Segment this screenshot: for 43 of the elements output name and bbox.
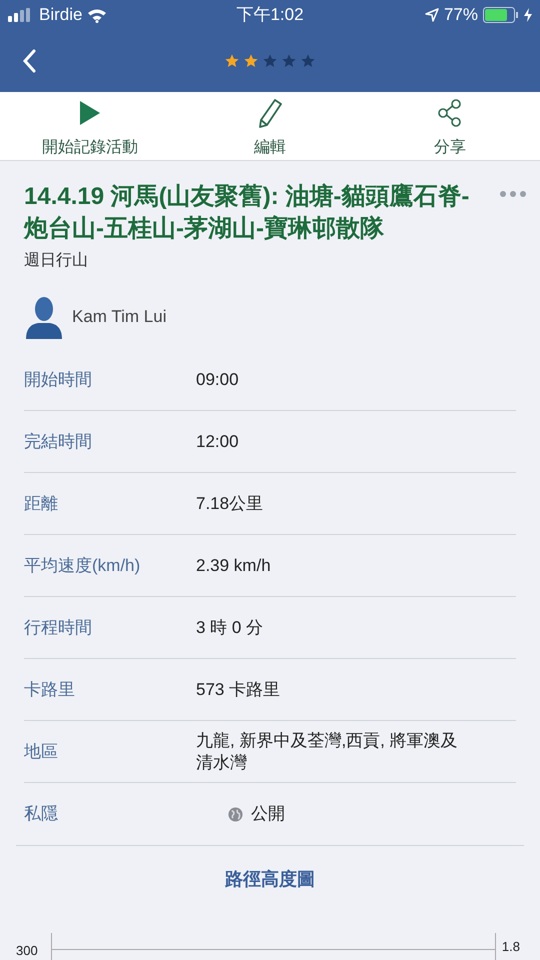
activity-category: 週日行山: [24, 250, 89, 271]
star-icon: [262, 53, 278, 69]
detail-label: 卡路里: [24, 678, 76, 701]
star-icon: [281, 53, 297, 69]
star-icon: [224, 53, 240, 69]
detail-value: 573 卡路里: [196, 678, 282, 700]
detail-label: 開始時間: [24, 368, 93, 391]
detail-label: 距離: [24, 492, 59, 515]
status-time: 下午1:02: [236, 4, 304, 26]
chart-title: 路徑高度圖: [225, 868, 315, 891]
detail-value: 九龍, 新界中及荃灣,西貢, 將軍澳及清水灣: [196, 730, 459, 774]
detail-label: 平均速度(km/h): [24, 554, 142, 577]
detail-value: 09:00: [196, 368, 240, 390]
detail-value: 7.18公里: [196, 492, 264, 514]
detail-value: 2.39 km/h: [196, 554, 272, 576]
detail-label: 私隱: [24, 803, 59, 826]
back-chevron-icon: [22, 49, 36, 73]
location-arrow-icon: [424, 8, 439, 22]
play-icon: [79, 100, 101, 126]
detail-label: 行程時間: [24, 616, 93, 639]
charging-icon: [524, 8, 532, 22]
detail-label: 地區: [24, 740, 59, 763]
axis-tick-label: 1.8: [502, 939, 520, 955]
wifi-icon: [87, 8, 108, 22]
battery-icon: [483, 7, 519, 23]
author-name: Kam Tim Lui: [72, 306, 166, 328]
action-button[interactable]: 開始記錄活動: [0, 92, 180, 160]
detail-value: 12:00: [196, 430, 240, 452]
globe-icon: [228, 806, 243, 822]
pencil-icon: [257, 98, 283, 128]
battery-percent: 77%: [444, 4, 478, 26]
activity-title: 14.4.19 河馬(山友聚舊): 油塘-貓頭鷹石脊-炮台山-五桂山-茅湖山-寶琳邨散隊: [24, 182, 470, 244]
carrier-name: Birdie: [39, 4, 82, 26]
share-icon: [437, 99, 463, 127]
avatar-icon: [24, 295, 64, 339]
detail-value: 3 時 0 分: [196, 616, 264, 638]
action-button[interactable]: 分享: [360, 92, 540, 160]
detail-value: 公開: [251, 803, 285, 826]
axis-tick-label: 300: [16, 943, 38, 959]
star-icon: [300, 53, 316, 69]
star-icon: [243, 53, 259, 69]
action-button[interactable]: 編輯: [180, 92, 360, 160]
detail-label: 完結時間: [24, 430, 93, 453]
